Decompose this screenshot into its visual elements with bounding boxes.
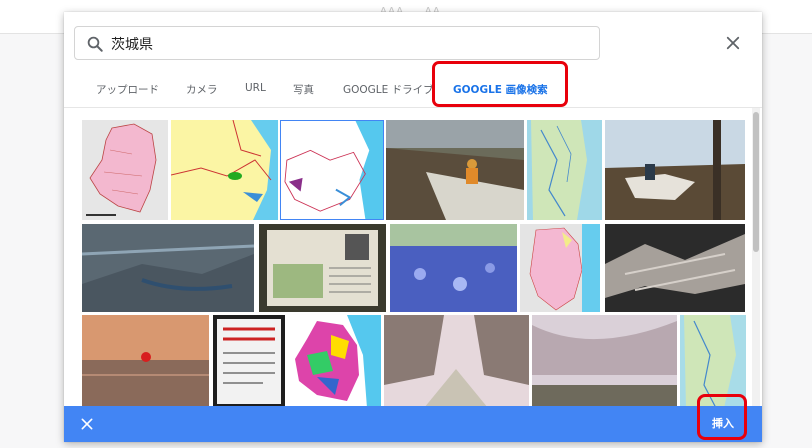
image-result[interactable]	[532, 315, 677, 408]
search-icon	[87, 36, 103, 52]
results-scrollbar[interactable]	[752, 108, 760, 408]
source-tabs: アップロード カメラ URL 写真 GOOGLE ドライブ GOOGLE 画像検…	[64, 70, 762, 108]
tab-url[interactable]: URL	[245, 82, 266, 94]
image-result[interactable]	[386, 120, 524, 220]
image-result[interactable]	[213, 315, 285, 408]
image-picker-dialog: アップロード カメラ URL 写真 GOOGLE ドライブ GOOGLE 画像検…	[64, 12, 762, 442]
image-result[interactable]	[171, 120, 278, 220]
scrollbar-thumb[interactable]	[753, 112, 759, 252]
annotation-highlight-tab	[432, 61, 568, 107]
annotation-highlight-insert	[697, 394, 747, 440]
image-result[interactable]	[520, 224, 600, 312]
image-result[interactable]	[82, 224, 254, 312]
image-result[interactable]	[605, 224, 745, 312]
image-result[interactable]	[605, 120, 745, 220]
tab-camera[interactable]: カメラ	[186, 82, 218, 97]
image-result[interactable]	[287, 315, 381, 408]
image-result[interactable]	[259, 224, 386, 312]
close-icon[interactable]	[724, 34, 742, 52]
image-result[interactable]	[82, 315, 209, 408]
image-result[interactable]	[390, 224, 517, 312]
image-results-grid	[64, 118, 762, 408]
close-icon[interactable]	[80, 417, 94, 431]
image-result[interactable]	[384, 315, 529, 408]
image-result[interactable]	[527, 120, 602, 220]
tab-upload[interactable]: アップロード	[96, 82, 159, 97]
image-result[interactable]	[82, 120, 168, 220]
tab-photos[interactable]: 写真	[293, 82, 314, 97]
search-box[interactable]	[74, 26, 600, 60]
action-bar: 挿入	[64, 406, 762, 442]
tab-google-drive[interactable]: GOOGLE ドライブ	[343, 82, 434, 97]
search-input[interactable]	[111, 32, 581, 56]
image-result[interactable]	[280, 120, 384, 220]
